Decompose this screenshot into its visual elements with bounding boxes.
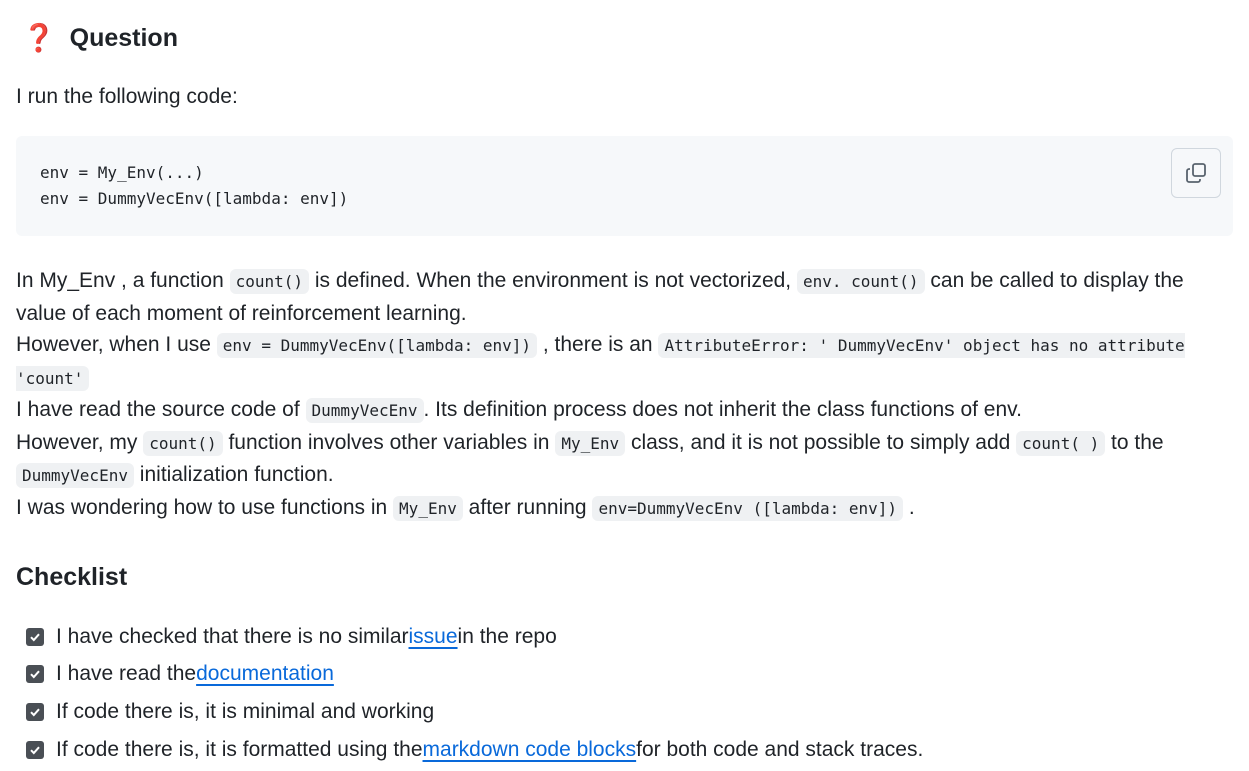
- checklist-text: for both code and stack traces.: [636, 737, 924, 761]
- checklist-item: I have read the documentation: [26, 656, 1233, 694]
- code-block: env = My_Env(...) env = DummyVecEnv([lam…: [16, 136, 1233, 236]
- code-line: env = DummyVecEnv([lambda: env]): [40, 189, 349, 208]
- text: is defined. When the environment is not …: [309, 269, 797, 292]
- issue-body: ❓ Question I run the following code: env…: [0, 0, 1249, 768]
- text: , there is an: [537, 333, 659, 356]
- text: class, and it is not possible to simply …: [625, 430, 1017, 454]
- inline-code: My_Env: [555, 430, 626, 456]
- code-line: env = My_Env(...): [40, 163, 204, 182]
- issue-link[interactable]: issue: [409, 625, 458, 649]
- text: initialization function.: [133, 463, 334, 486]
- paragraph: However, my count() function involves ot…: [16, 427, 1233, 492]
- checklist: I have checked that there is no similar …: [16, 618, 1233, 768]
- checklist-text: If code there is, it is minimal and work…: [56, 699, 435, 723]
- checkbox-checked-icon[interactable]: [26, 702, 44, 721]
- checklist-item: I have checked that there is no similar …: [26, 618, 1233, 656]
- inline-code: env=DummyVecEnv ([lambda: env]): [592, 495, 904, 521]
- checkbox-checked-icon[interactable]: [26, 627, 44, 646]
- text: In My_Env , a function: [16, 269, 230, 292]
- copy-button[interactable]: [1171, 148, 1221, 198]
- paragraph: However, when I use env = DummyVecEnv([l…: [16, 329, 1233, 394]
- text: However, my: [16, 430, 144, 454]
- documentation-link[interactable]: documentation: [196, 662, 334, 686]
- inline-code: count(): [143, 430, 223, 456]
- markdown-code-blocks-link[interactable]: markdown code blocks: [423, 738, 637, 762]
- checkbox-checked-icon[interactable]: [26, 740, 44, 759]
- text: function involves other variables in: [222, 430, 556, 454]
- checklist-text: I have read the: [56, 662, 197, 686]
- text: .: [903, 495, 915, 519]
- checklist-text: If code there is, it is formatted using …: [56, 737, 423, 761]
- paragraph: I was wondering how to use functions in …: [16, 492, 1233, 525]
- checklist-item: If code there is, it is minimal and work…: [26, 693, 1233, 731]
- question-mark-icon: ❓: [22, 23, 56, 53]
- copy-icon: [1186, 163, 1206, 183]
- checklist-heading: Checklist: [16, 563, 128, 591]
- inline-code: env. count(): [796, 269, 925, 294]
- text: . Its definition process does not inheri…: [423, 398, 1022, 421]
- text: I was wondering how to use functions in: [16, 495, 394, 519]
- intro-text: I run the following code:: [16, 85, 238, 108]
- inline-code: count( ): [1016, 430, 1106, 456]
- question-body: In My_Env , a function count() is define…: [16, 265, 1233, 524]
- inline-code: DummyVecEnv: [305, 398, 424, 423]
- inline-code: DummyVecEnv: [16, 463, 134, 488]
- checklist-text: I have checked that there is no similar: [56, 624, 409, 648]
- text: after running: [462, 495, 593, 519]
- inline-code: My_Env: [393, 495, 463, 521]
- checkbox-checked-icon[interactable]: [26, 665, 44, 684]
- checklist-text: in the repo: [457, 624, 557, 648]
- paragraph: I have read the source code of DummyVecE…: [16, 394, 1233, 427]
- question-heading: ❓ Question: [16, 0, 1233, 55]
- paragraph: In My_Env , a function count() is define…: [16, 265, 1233, 329]
- text: to the: [1105, 430, 1164, 454]
- text: However, when I use: [16, 333, 217, 356]
- checklist-item: If code there is, it is formatted using …: [26, 731, 1233, 769]
- inline-code: count(): [229, 269, 310, 294]
- text: I have read the source code of: [16, 398, 306, 421]
- inline-code: env = DummyVecEnv([lambda: env]): [216, 333, 538, 358]
- question-title: Question: [69, 24, 178, 52]
